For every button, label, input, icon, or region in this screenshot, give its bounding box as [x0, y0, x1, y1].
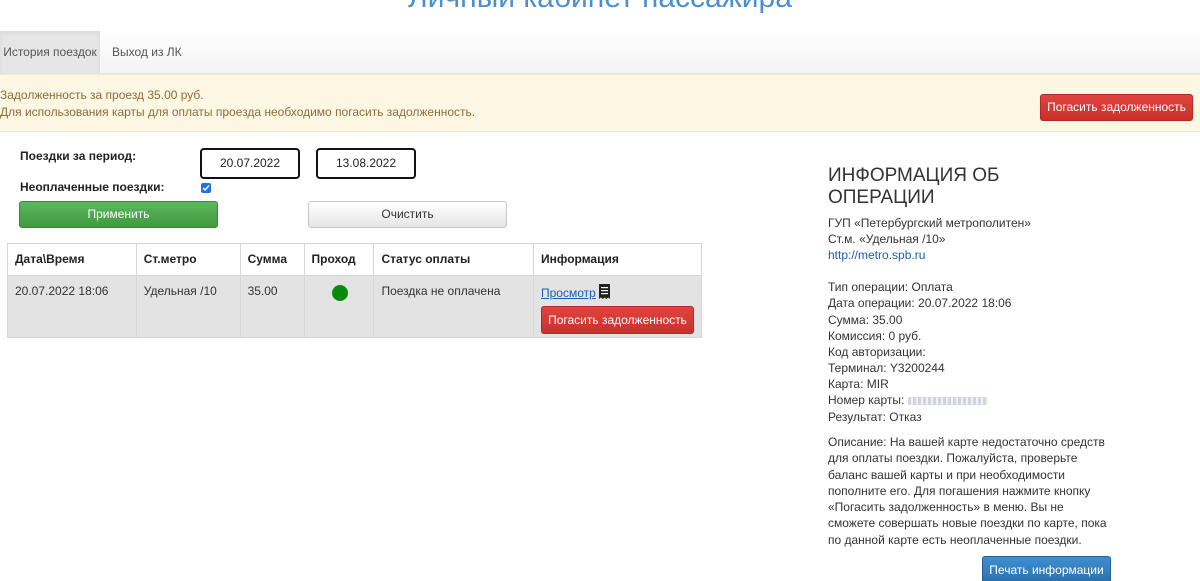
- alert-debt-message: Для использования карты для оплаты проез…: [0, 105, 476, 119]
- info-title: ИНФОРМАЦИЯ ОБ ОПЕРАЦИИ: [828, 165, 1000, 208]
- tab-logout[interactable]: Выход из ЛК: [100, 31, 194, 74]
- unpaid-label: Неоплаченные поездки:: [20, 180, 165, 194]
- masked-card-number: [908, 396, 989, 405]
- unpaid-checkbox[interactable]: [201, 183, 211, 193]
- info-auth: Код авторизации:: [828, 345, 926, 359]
- info-fee: Комиссия: 0 руб.: [828, 329, 922, 343]
- cell-sum: 35.00: [239, 275, 305, 338]
- info-description: Описание: На вашей карте недостаточно ср…: [828, 435, 1107, 547]
- col-station: Ст.метро: [135, 243, 241, 276]
- debt-alert: Задолженность за проезд 35.00 руб. Для и…: [0, 74, 1200, 132]
- date-to-input[interactable]: 13.08.2022: [316, 148, 416, 179]
- trips-table: Дата\Время Ст.метро Сумма Проход Статус …: [7, 243, 702, 338]
- metro-link[interactable]: http://metro.spb.ru: [828, 248, 925, 262]
- date-from-input[interactable]: 20.07.2022: [200, 148, 300, 179]
- info-terminal: Терминал: Y3200244: [828, 361, 945, 375]
- info-card: Карта: MIR: [828, 377, 889, 391]
- pay-debt-button[interactable]: Погасить задолженность: [1040, 94, 1193, 121]
- row-pay-debt-button[interactable]: Погасить задолженность: [541, 306, 694, 334]
- table-header-row: Дата\Время Ст.метро Сумма Проход Статус …: [7, 243, 702, 276]
- check-icon: [202, 185, 210, 192]
- receipt-icon[interactable]: [598, 284, 610, 302]
- info-org: ГУП «Петербургский метрополитен»: [828, 216, 1031, 230]
- top-nav: История поездок Выход из ЛК: [0, 31, 1200, 74]
- info-sum: Сумма: 35.00: [828, 313, 903, 327]
- cell-pass: [303, 275, 375, 338]
- info-station: Ст.м. «Удельная /10»: [828, 232, 946, 246]
- pass-status-dot: [331, 285, 348, 301]
- col-datetime: Дата\Время: [7, 243, 137, 276]
- view-link[interactable]: Просмотр: [541, 286, 596, 300]
- info-result: Результат: Отказ: [828, 410, 922, 424]
- cell-info: Просмотр Погасить задолженность: [533, 275, 702, 338]
- col-pass: Проход: [303, 243, 375, 276]
- print-info-button[interactable]: Печать информации: [982, 556, 1111, 581]
- info-op-type: Тип операции: Оплата: [828, 280, 953, 294]
- table-row[interactable]: 20.07.2022 18:06 Удельная /10 35.00 Поез…: [7, 275, 702, 338]
- cell-status: Поездка не оплачена: [373, 275, 534, 338]
- info-op-date: Дата операции: 20.07.2022 18:06: [828, 296, 1012, 310]
- clear-button[interactable]: Очистить: [308, 201, 507, 228]
- col-sum: Сумма: [239, 243, 305, 276]
- info-card-number: Номер карты:: [828, 393, 989, 407]
- col-info: Информация: [533, 243, 702, 276]
- col-status: Статус оплаты: [373, 243, 534, 276]
- cell-station: Удельная /10: [135, 275, 241, 338]
- alert-debt-amount: Задолженность за проезд 35.00 руб.: [0, 88, 204, 102]
- apply-button[interactable]: Применить: [19, 201, 218, 228]
- page-title: Личный кабинет пассажира: [0, 0, 1200, 18]
- tab-trip-history[interactable]: История поездок: [0, 31, 100, 74]
- period-label: Поездки за период:: [20, 149, 137, 163]
- card-number-label: Номер карты:: [828, 393, 905, 407]
- cell-datetime: 20.07.2022 18:06: [7, 275, 137, 338]
